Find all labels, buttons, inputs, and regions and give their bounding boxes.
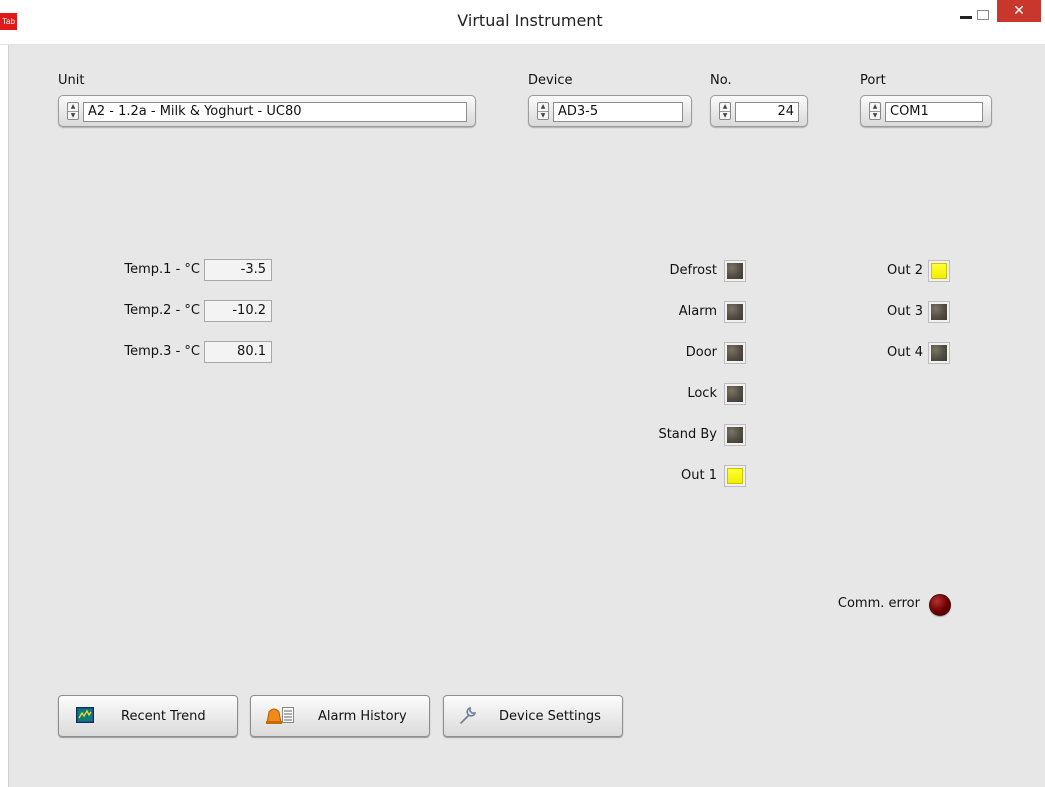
defrost-label: Defrost bbox=[669, 263, 717, 278]
port-label: Port bbox=[860, 73, 886, 88]
temp3-value: 80.1 bbox=[204, 341, 272, 363]
maximize-button[interactable] bbox=[977, 10, 989, 20]
window-title: Virtual Instrument bbox=[457, 11, 603, 30]
alarm-history-label: Alarm History bbox=[318, 709, 407, 724]
device-value[interactable]: AD3-5 bbox=[553, 102, 683, 122]
device-spinner[interactable]: ▲ ▼ bbox=[537, 102, 549, 120]
down-arrow-icon[interactable]: ▼ bbox=[68, 111, 78, 120]
standby-led bbox=[724, 424, 746, 446]
out1-led bbox=[724, 465, 746, 487]
out3-led bbox=[928, 301, 950, 323]
unit-selector[interactable]: ▲ ▼ A2 - 1.2a - Milk & Yoghurt - UC80 bbox=[58, 95, 476, 127]
close-button[interactable]: ✕ bbox=[997, 0, 1041, 22]
number-spinner[interactable]: ▲ ▼ bbox=[719, 102, 731, 120]
recent-trend-label: Recent Trend bbox=[121, 709, 206, 724]
temp2-value: -10.2 bbox=[204, 300, 272, 322]
out2-led bbox=[928, 260, 950, 282]
number-value[interactable]: 24 bbox=[735, 102, 799, 122]
device-settings-label: Device Settings bbox=[499, 709, 601, 724]
unit-value[interactable]: A2 - 1.2a - Milk & Yoghurt - UC80 bbox=[83, 102, 467, 122]
wrench-icon bbox=[460, 706, 477, 724]
out4-led bbox=[928, 342, 950, 364]
standby-label: Stand By bbox=[658, 427, 717, 442]
alarm-history-button[interactable]: Alarm History bbox=[250, 695, 430, 737]
recent-trend-button[interactable]: Recent Trend bbox=[58, 695, 238, 737]
minimize-button[interactable] bbox=[960, 16, 972, 19]
number-selector[interactable]: ▲ ▼ 24 bbox=[710, 95, 808, 127]
door-label: Door bbox=[685, 345, 717, 360]
unit-label: Unit bbox=[58, 73, 85, 88]
out3-label: Out 3 bbox=[887, 304, 923, 319]
title-bar: Tab Virtual Instrument ✕ bbox=[0, 0, 1045, 45]
temp1-value: -3.5 bbox=[204, 259, 272, 281]
lock-label: Lock bbox=[687, 386, 717, 401]
up-arrow-icon[interactable]: ▲ bbox=[720, 103, 730, 111]
device-selector[interactable]: ▲ ▼ AD3-5 bbox=[528, 95, 692, 127]
out1-label: Out 1 bbox=[681, 468, 717, 483]
port-value[interactable]: COM1 bbox=[885, 102, 983, 122]
up-arrow-icon[interactable]: ▲ bbox=[538, 103, 548, 111]
up-arrow-icon[interactable]: ▲ bbox=[870, 103, 880, 111]
port-spinner[interactable]: ▲ ▼ bbox=[869, 102, 881, 120]
comm-error-label: Comm. error bbox=[837, 596, 920, 611]
alarm-label: Alarm bbox=[678, 304, 717, 319]
comm-error-led bbox=[929, 594, 951, 616]
alarm-led bbox=[724, 301, 746, 323]
unit-spinner[interactable]: ▲ ▼ bbox=[67, 102, 79, 120]
temp3-label: Temp.3 - °C bbox=[124, 344, 200, 359]
device-settings-button[interactable]: Device Settings bbox=[443, 695, 623, 737]
port-selector[interactable]: ▲ ▼ COM1 bbox=[860, 95, 992, 127]
defrost-led bbox=[724, 260, 746, 282]
alarm-list-icon bbox=[266, 707, 294, 724]
up-arrow-icon[interactable]: ▲ bbox=[68, 103, 78, 111]
temp1-label: Temp.1 - °C bbox=[124, 262, 200, 277]
chart-icon bbox=[76, 707, 94, 723]
device-label: Device bbox=[528, 73, 573, 88]
down-arrow-icon[interactable]: ▼ bbox=[720, 111, 730, 120]
lock-led bbox=[724, 383, 746, 405]
temp2-label: Temp.2 - °C bbox=[124, 303, 200, 318]
out4-label: Out 4 bbox=[887, 345, 923, 360]
down-arrow-icon[interactable]: ▼ bbox=[870, 111, 880, 120]
number-label: No. bbox=[710, 73, 732, 88]
down-arrow-icon[interactable]: ▼ bbox=[538, 111, 548, 120]
out2-label: Out 2 bbox=[887, 263, 923, 278]
door-led bbox=[724, 342, 746, 364]
front-panel bbox=[8, 45, 1045, 787]
